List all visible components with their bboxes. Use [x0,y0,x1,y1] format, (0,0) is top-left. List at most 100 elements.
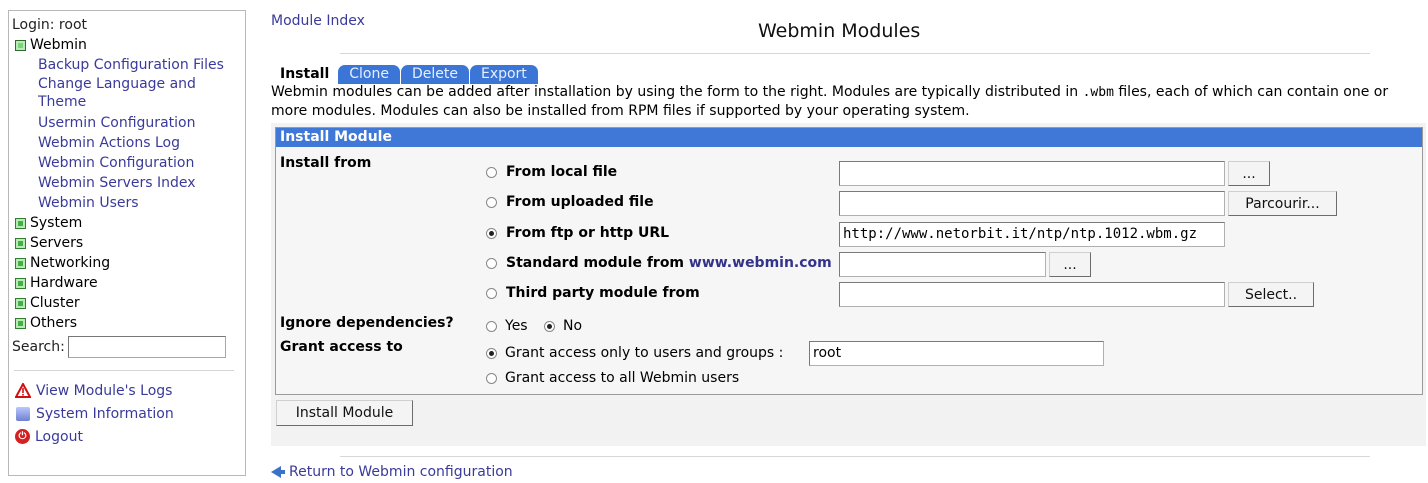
category-label: Networking [30,255,111,271]
upload-browse-button[interactable]: Parcourir... [1228,191,1337,216]
standard-module-input[interactable] [839,252,1046,277]
radio-ignore-no[interactable] [544,320,555,332]
return-label: Return to Webmin configuration [289,464,513,480]
search-input[interactable] [67,336,226,358]
left-frame: Login: root Webmin Backup Configuration … [8,10,246,476]
option-local-file[interactable]: From local file [486,164,617,180]
grant-all-option[interactable]: Grant access to all Webmin users [486,370,739,386]
divider [14,370,234,371]
system-information-link[interactable]: System Information [12,402,242,425]
category-label: Servers [30,235,84,251]
third-party-input[interactable] [839,282,1225,307]
option-third-party[interactable]: Third party module from [486,285,700,301]
category-networking[interactable]: Networking [12,253,242,273]
standard-module-browse-button[interactable]: ... [1049,252,1091,277]
system-information-label: System Information [36,405,174,422]
sidebar-item-actions-log[interactable]: Webmin Actions Log [12,133,242,153]
category-hardware[interactable]: Hardware [12,273,242,293]
view-logs-label: View Module's Logs [36,382,173,399]
category-others[interactable]: Others [12,313,242,333]
search-label: Search: [12,339,65,355]
tab-export[interactable]: Export [469,65,538,84]
grant-only-label: Grant access only to users and groups : [505,345,784,361]
folder-icon [15,297,26,309]
local-file-input[interactable] [839,161,1225,186]
category-webmin[interactable]: Webmin [12,35,242,55]
logout-label: Logout [35,428,83,445]
page-title: Webmin Modules [758,20,921,42]
divider-bottom [340,456,1370,457]
option-url[interactable]: From ftp or http URL [486,225,669,241]
category-label: System [30,215,83,231]
intro-code: .wbm [1082,85,1114,100]
folder-open-icon [15,39,26,51]
tab-bar: Install Clone Delete Export [271,64,539,84]
module-index-link[interactable]: Module Index [271,13,365,29]
uploaded-file-input[interactable] [839,191,1225,216]
sidebar-item-change-language[interactable]: Change Language and Theme [12,75,242,113]
tab-delete[interactable]: Delete [400,65,469,84]
return-link[interactable]: Return to Webmin configuration [271,464,513,480]
category-label: Hardware [30,275,98,291]
login-label: Login: root [12,17,88,33]
option-third-party-label: Third party module from [506,285,700,301]
folder-icon [15,257,26,269]
power-icon: ⏻ [15,429,30,444]
sidebar-item-webmin-users[interactable]: Webmin Users [12,193,242,213]
tab-clone[interactable]: Clone [338,65,400,84]
radio-grant-all[interactable] [486,372,497,384]
search-row: Search: [12,334,242,360]
ignore-no-option[interactable]: No [544,318,582,334]
option-standard-label: Standard module from [506,255,685,271]
grant-access-label: Grant access to [280,339,403,355]
third-party-select-button[interactable]: Select.. [1228,282,1314,307]
install-from-label: Install from [280,155,372,171]
view-logs-link[interactable]: View Module's Logs [12,379,242,402]
radio-ignore-yes[interactable] [486,320,497,332]
option-uploaded-file[interactable]: From uploaded file [486,194,654,210]
grant-users-input[interactable]: root [809,341,1104,366]
category-label: Webmin [30,37,87,53]
radio-grant-only[interactable] [486,347,497,359]
ignore-yes-label: Yes [505,318,528,334]
folder-icon [15,317,26,329]
tab-install[interactable]: Install [271,65,338,84]
divider-top [340,53,1370,54]
radio-third-party[interactable] [486,287,497,299]
back-arrow-icon [271,466,285,478]
radio-standard-module[interactable] [486,257,497,269]
logout-link[interactable]: ⏻ Logout [12,425,242,448]
category-servers[interactable]: Servers [12,233,242,253]
option-url-label: From ftp or http URL [506,225,670,241]
sidebar-item-webmin-config[interactable]: Webmin Configuration [12,153,242,173]
option-standard-module[interactable]: Standard module from www.webmin.com [486,255,832,271]
install-panel: Install Module Install from From local f… [271,123,1426,446]
webmin-com-link[interactable]: www.webmin.com [689,255,832,271]
grant-all-label: Grant access to all Webmin users [505,370,740,386]
radio-local-file[interactable] [486,166,497,178]
system-info-icon [16,406,30,421]
folder-icon [15,277,26,289]
grant-only-option[interactable]: Grant access only to users and groups : [486,345,783,361]
category-cluster[interactable]: Cluster [12,293,242,313]
radio-uploaded-file[interactable] [486,196,497,208]
option-local-label: From local file [506,164,618,180]
install-module-header: Install Module [276,128,1422,147]
url-input[interactable]: http://www.netorbit.it/ntp/ntp.1012.wbm.… [839,222,1225,247]
intro-text: Webmin modules can be added after instal… [271,83,1426,120]
category-label: Cluster [30,295,80,311]
sidebar-item-servers-index[interactable]: Webmin Servers Index [12,173,242,193]
radio-url[interactable] [486,227,497,239]
install-module-box: Install Module Install from From local f… [275,127,1423,395]
sidebar-item-usermin-config[interactable]: Usermin Configuration [12,113,242,133]
category-system[interactable]: System [12,213,242,233]
local-file-browse-button[interactable]: ... [1228,161,1270,186]
install-module-button[interactable]: Install Module [276,400,413,426]
warning-icon [15,383,31,398]
sidebar-item-backup-config[interactable]: Backup Configuration Files [12,55,242,75]
ignore-yes-option[interactable]: Yes [486,318,528,334]
ignore-no-label: No [563,318,583,334]
ignore-dependencies-label: Ignore dependencies? [280,315,454,331]
option-uploaded-label: From uploaded file [506,194,654,210]
folder-icon [15,237,26,249]
